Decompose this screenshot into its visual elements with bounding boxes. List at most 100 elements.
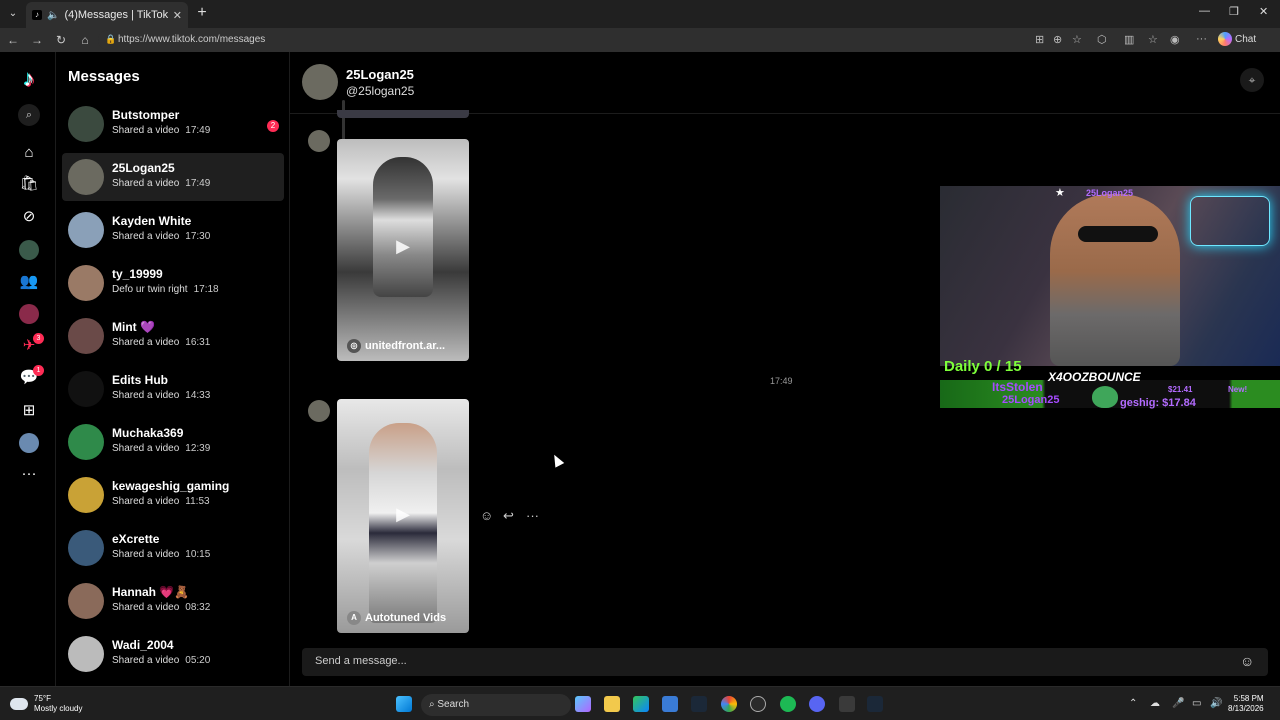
favorites-icon[interactable]: ☆ <box>1148 33 1158 46</box>
app-icon[interactable] <box>839 696 855 712</box>
conversation-avatar[interactable] <box>68 530 104 566</box>
conversation-preview: Defo ur twin right 17:18 <box>112 284 219 295</box>
overlay-user: 25Logan25 <box>1002 394 1060 406</box>
conversation-item[interactable]: eXcrette Shared a video 10:15 <box>62 524 284 572</box>
network-icon[interactable]: ▭ <box>1192 698 1201 709</box>
tab-actions-icon[interactable]: ⌄ <box>4 5 22 23</box>
video-person-shape <box>373 157 433 297</box>
app-icon[interactable] <box>750 696 766 712</box>
system-clock[interactable]: 5:58 PM 8/13/2026 <box>1228 694 1264 714</box>
onedrive-icon[interactable]: ☁ <box>1150 698 1160 709</box>
friends-avatar[interactable] <box>19 304 39 324</box>
spotify-icon[interactable] <box>780 696 796 712</box>
conversation-item[interactable]: kewageshig_gaming Shared a video 11:53 <box>62 471 284 519</box>
conversation-avatar[interactable] <box>68 212 104 248</box>
more-icon[interactable]: ··· <box>19 464 39 484</box>
message-avatar[interactable] <box>308 400 330 422</box>
shared-video-card[interactable]: ▶ A Autotuned Vids <box>337 399 469 633</box>
conversation-avatar[interactable] <box>68 159 104 195</box>
file-explorer-icon[interactable] <box>604 696 620 712</box>
extensions-icon[interactable]: ⬡ <box>1097 33 1107 46</box>
close-window-icon[interactable]: ✕ <box>1259 5 1268 18</box>
conversation-item[interactable]: Kayden White Shared a video 17:30 <box>62 206 284 254</box>
explore-icon[interactable]: ⊘ <box>19 207 39 227</box>
forward-icon[interactable]: → <box>28 32 46 48</box>
edge-icon[interactable] <box>633 696 649 712</box>
home-icon[interactable]: ⌂ <box>76 32 94 48</box>
chat-user-handle[interactable]: @25logan25 <box>346 84 414 98</box>
conversation-avatar[interactable] <box>68 583 104 619</box>
search-icon[interactable]: ⌕ <box>18 104 40 126</box>
volume-icon[interactable]: 🔊 <box>1210 698 1222 709</box>
start-icon[interactable] <box>396 696 412 712</box>
conversation-item[interactable]: Hannah 💗🧸 Shared a video 08:32 <box>62 577 284 625</box>
mouse-cursor <box>549 452 565 468</box>
refresh-icon[interactable]: ↻ <box>52 32 70 48</box>
close-tab-icon[interactable]: ✕ <box>173 9 182 22</box>
chat-avatar[interactable] <box>302 64 338 100</box>
chat-user-name[interactable]: 25Logan25 <box>346 67 414 82</box>
split-screen-icon[interactable]: ▥ <box>1124 33 1134 46</box>
conversation-preview-text: Shared a video <box>112 337 180 348</box>
previous-video-tail[interactable] <box>337 110 469 118</box>
conversation-item[interactable]: Muchaka369 Shared a video 12:39 <box>62 418 284 466</box>
url-field[interactable]: 🔒 https://www.tiktok.com/messages <box>98 30 1218 50</box>
activity-badge: 3 <box>33 333 44 344</box>
following-icon[interactable]: 👥 <box>19 272 39 292</box>
minimize-icon[interactable]: — <box>1199 5 1210 17</box>
reply-icon[interactable]: ↩ <box>503 508 514 524</box>
taskbar-search[interactable]: ⌕ Search <box>421 694 571 716</box>
message-avatar[interactable] <box>308 130 330 152</box>
profile-avatar[interactable] <box>19 433 39 453</box>
play-icon[interactable]: ▶ <box>393 236 413 256</box>
conversation-item[interactable]: Mint 💜 Shared a video 16:31 <box>62 312 284 360</box>
steam-icon[interactable] <box>867 696 883 712</box>
message-input[interactable]: Send a message... <box>315 655 407 667</box>
chrome-icon[interactable] <box>721 696 737 712</box>
upload-icon[interactable]: ⊞ <box>19 401 39 421</box>
shop-icon[interactable]: 🛍 <box>19 174 39 194</box>
back-icon[interactable]: ← <box>4 32 22 48</box>
maximize-icon[interactable]: ❐ <box>1229 5 1239 18</box>
message-composer[interactable]: Send a message... ☺ <box>302 648 1268 676</box>
speaker-icon[interactable]: 🔈 <box>47 10 59 21</box>
daily-counter: Daily 0 / 15 <box>944 358 1022 375</box>
conversation-item[interactable]: Butstomper Shared a video 17:49 2 <box>62 100 284 148</box>
shared-video-card[interactable]: ▶ ◎ unitedfront.ar... <box>337 139 469 361</box>
zoom-icon[interactable]: ⊕ <box>1053 33 1062 46</box>
react-emoji-icon[interactable]: ☺ <box>480 508 493 523</box>
more-actions-icon[interactable]: ··· <box>526 508 539 523</box>
emoji-icon[interactable]: ☺ <box>1240 653 1254 669</box>
play-icon[interactable]: ▶ <box>393 504 413 524</box>
conversation-item[interactable]: ty_19999 Defo ur twin right 17:18 <box>62 259 284 307</box>
new-tab-button[interactable]: + <box>193 4 211 22</box>
steam-icon[interactable] <box>691 696 707 712</box>
weather-widget[interactable]: 75°F Mostly cloudy <box>10 694 82 714</box>
store-icon[interactable] <box>662 696 678 712</box>
conversation-avatar[interactable] <box>68 424 104 460</box>
conversation-avatar[interactable] <box>68 106 104 142</box>
favorite-star-icon[interactable]: ☆ <box>1072 33 1082 46</box>
home-icon[interactable]: ⌂ <box>19 143 39 163</box>
discord-icon[interactable] <box>809 696 825 712</box>
live-avatar[interactable] <box>19 240 39 260</box>
conversation-avatar[interactable] <box>68 477 104 513</box>
copilot-app-icon[interactable] <box>575 696 591 712</box>
conversation-item[interactable]: Wadi_2004 Shared a video 05:20 <box>62 630 284 678</box>
lock-icon[interactable]: 🔒 <box>105 34 116 45</box>
conversation-item[interactable]: 25Logan25 Shared a video 17:49 <box>62 153 284 201</box>
conversation-avatar[interactable] <box>68 318 104 354</box>
conversation-avatar[interactable] <box>68 636 104 672</box>
app-available-icon[interactable]: ⊞ <box>1035 33 1044 46</box>
tiktok-logo[interactable]: ♪ <box>17 66 41 92</box>
conversation-avatar[interactable] <box>68 371 104 407</box>
profile-avatar[interactable]: ◉ <box>1170 33 1180 46</box>
browser-tab[interactable]: ♪ 🔈 (4)Messages | TikTok ✕ <box>26 2 188 28</box>
chevron-up-icon[interactable]: ⌃ <box>1129 698 1137 709</box>
conversation-item[interactable]: Edits Hub Shared a video 14:33 <box>62 365 284 413</box>
more-menu-icon[interactable]: ··· <box>1196 33 1207 45</box>
copilot-chat-button[interactable]: Chat <box>1218 32 1256 46</box>
conversation-avatar[interactable] <box>68 265 104 301</box>
pin-icon[interactable]: ⌖ <box>1240 68 1264 92</box>
mic-icon[interactable]: 🎤 <box>1172 698 1184 709</box>
